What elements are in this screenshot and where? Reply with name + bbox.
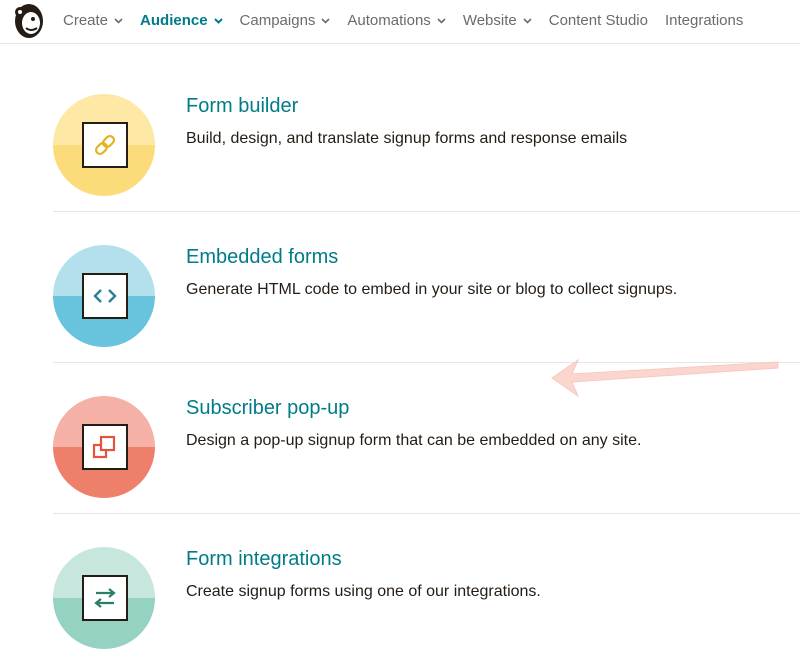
code-icon xyxy=(93,289,117,303)
option-title[interactable]: Form integrations xyxy=(186,548,342,571)
badge-card xyxy=(82,273,128,319)
nav-item-audience[interactable]: Audience xyxy=(140,12,223,29)
nav-item-label: Content Studio xyxy=(548,12,648,29)
nav-item-label: Create xyxy=(63,12,109,29)
badge-card xyxy=(82,575,128,621)
chevron-down-icon xyxy=(437,17,446,24)
nav-item-create[interactable]: Create xyxy=(63,12,123,29)
nav-menu: Create Audience Campaigns Automations We… xyxy=(63,12,760,29)
chevron-down-icon xyxy=(114,17,123,24)
option-title[interactable]: Embedded forms xyxy=(186,246,338,269)
option-description: Design a pop-up signup form that can be … xyxy=(186,432,642,449)
nav-item-automations[interactable]: Automations xyxy=(347,12,446,29)
badge-card xyxy=(82,424,128,470)
nav-item-campaigns[interactable]: Campaigns xyxy=(240,12,331,29)
nav-item-website[interactable]: Website xyxy=(463,12,532,29)
link-icon xyxy=(94,134,116,156)
subscriber-popup-badge xyxy=(53,396,155,498)
badge-card xyxy=(82,122,128,168)
popup-icon xyxy=(92,435,116,459)
swap-arrows-icon xyxy=(94,588,116,608)
mailchimp-logo-icon[interactable] xyxy=(9,1,49,41)
option-title[interactable]: Form builder xyxy=(186,95,298,118)
annotation-arrow-icon xyxy=(551,358,779,398)
nav-item-label: Integrations xyxy=(664,12,744,29)
option-form-integrations[interactable]: Form integrations Create signup forms us… xyxy=(53,514,800,662)
nav-item-content-studio[interactable]: Content Studio xyxy=(549,12,648,29)
chevron-down-icon xyxy=(523,17,532,24)
option-form-builder[interactable]: Form builder Build, design, and translat… xyxy=(53,61,800,212)
nav-item-label: Audience xyxy=(140,12,208,29)
top-navigation: Create Audience Campaigns Automations We… xyxy=(0,0,800,44)
option-description: Create signup forms using one of our int… xyxy=(186,583,541,600)
nav-item-label: Campaigns xyxy=(239,12,316,29)
option-description: Build, design, and translate signup form… xyxy=(186,130,628,147)
option-description: Generate HTML code to embed in your site… xyxy=(186,281,678,298)
nav-item-label: Automations xyxy=(347,12,431,29)
option-title[interactable]: Subscriber pop-up xyxy=(186,397,349,420)
option-embedded-forms[interactable]: Embedded forms Generate HTML code to emb… xyxy=(53,212,800,363)
form-integrations-badge xyxy=(53,547,155,649)
embedded-forms-badge xyxy=(53,245,155,347)
chevron-down-icon xyxy=(213,17,223,24)
nav-item-integrations[interactable]: Integrations xyxy=(665,12,743,29)
form-builder-badge xyxy=(53,94,155,196)
nav-item-label: Website xyxy=(462,12,517,29)
chevron-down-icon xyxy=(321,17,330,24)
